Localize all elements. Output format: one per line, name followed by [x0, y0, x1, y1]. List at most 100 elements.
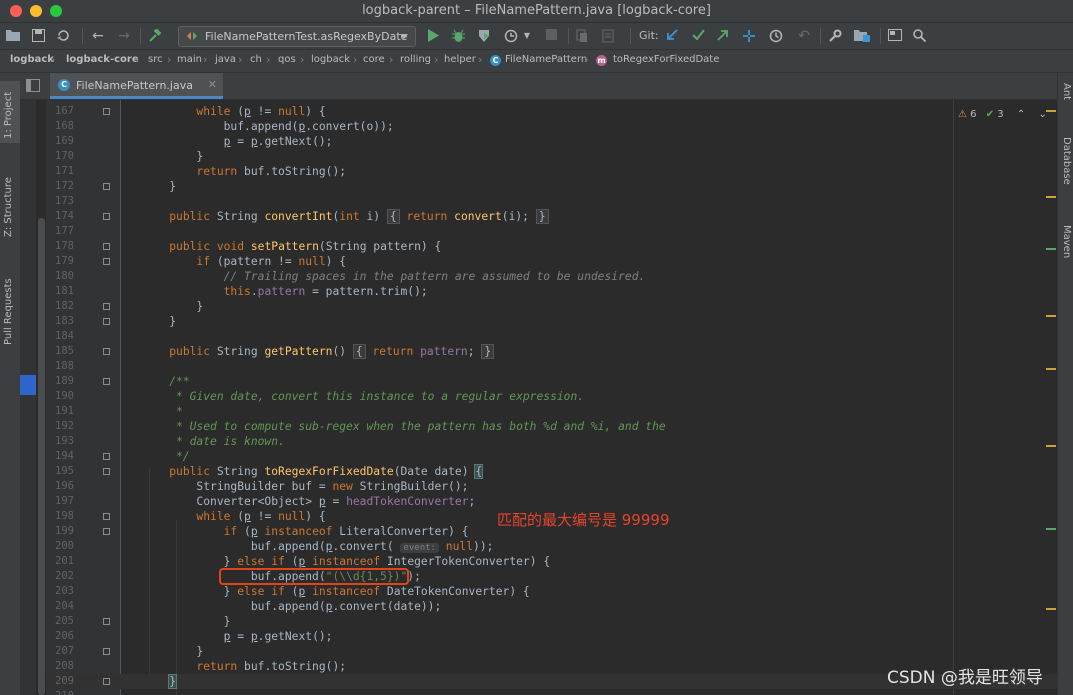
code-line[interactable]: 190 * Given date, convert this instance … — [46, 389, 1057, 404]
breadcrumb-item[interactable]: helper — [444, 54, 476, 65]
code-line[interactable]: 189 /** — [46, 374, 1057, 389]
save-icon[interactable] — [32, 26, 48, 46]
fold-toggle-icon[interactable] — [103, 648, 110, 655]
fold-toggle-icon[interactable] — [103, 468, 110, 475]
breadcrumb-item[interactable]: main — [177, 54, 202, 65]
coverage-icon[interactable] — [478, 26, 494, 46]
tool-tab-maven[interactable]: Maven — [1061, 225, 1072, 258]
code-line[interactable]: 167 while (p != null) { — [46, 104, 1057, 119]
code-line[interactable]: 174 public String convertInt(int i) { re… — [46, 209, 1057, 224]
code-line[interactable]: 202 buf.append("(\\d{1,5})"); — [46, 569, 1057, 584]
fold-toggle-icon[interactable] — [103, 213, 110, 220]
code-line[interactable]: 206 p = p.getNext(); — [46, 629, 1057, 644]
breadcrumb-item[interactable]: rolling — [400, 54, 431, 65]
breadcrumb-item[interactable]: core — [363, 54, 385, 65]
tool-tab-structure[interactable]: Z: Structure — [0, 161, 20, 241]
code-line[interactable]: 200 buf.append(p.convert( event: null)); — [46, 539, 1057, 554]
code-line[interactable]: 193 * date is known. — [46, 434, 1057, 449]
breadcrumb-item[interactable]: ch — [250, 54, 262, 65]
code-line[interactable]: 173 — [46, 194, 1057, 209]
stop-icon[interactable] — [546, 26, 562, 46]
close-tab-icon[interactable]: ✕ — [208, 78, 217, 91]
code-line[interactable]: 177 — [46, 224, 1057, 239]
search-icon[interactable] — [913, 26, 929, 46]
breadcrumb-item[interactable]: java — [215, 54, 236, 65]
tool-tab-pull-requests[interactable]: Pull Requests — [0, 259, 20, 349]
breadcrumb-item[interactable]: logback — [10, 54, 54, 65]
warning-marker[interactable] — [1046, 608, 1056, 610]
fold-toggle-icon[interactable] — [103, 183, 110, 190]
warning-marker[interactable] — [1046, 315, 1056, 317]
tab-filenamepattern-java[interactable]: C FileNamePattern.java ✕ — [50, 73, 223, 99]
fold-toggle-icon[interactable] — [103, 258, 110, 265]
code-line[interactable]: 201 } else if (p instanceof IntegerToken… — [46, 554, 1057, 569]
tool-tab-database[interactable]: Database — [1061, 137, 1072, 185]
run-icon[interactable] — [427, 26, 443, 46]
fold-toggle-icon[interactable] — [103, 678, 110, 685]
breadcrumb-item[interactable]: src — [148, 54, 163, 65]
history-clock-icon[interactable] — [769, 26, 785, 46]
project-structure-icon[interactable] — [854, 26, 872, 46]
code-line[interactable]: 182 } — [46, 299, 1057, 314]
code-line[interactable]: 169 p = p.getNext(); — [46, 134, 1057, 149]
code-line[interactable]: 191 * — [46, 404, 1057, 419]
wrench-settings-icon[interactable] — [828, 26, 844, 46]
fold-toggle-icon[interactable] — [103, 528, 110, 535]
warning-marker[interactable] — [1046, 368, 1056, 370]
code-editor[interactable]: 167 while (p != null) {168 buf.append(p.… — [46, 100, 1057, 695]
fold-toggle-icon[interactable] — [103, 303, 110, 310]
code-line[interactable]: 192 * Used to compute sub-regex when the… — [46, 419, 1057, 434]
fold-toggle-icon[interactable] — [103, 108, 110, 115]
code-line[interactable]: 194 */ — [46, 449, 1057, 464]
breadcrumb-item[interactable]: logback-core — [66, 54, 139, 65]
weak-warning-marker[interactable] — [1046, 248, 1056, 250]
open-folder-icon[interactable] — [6, 26, 22, 46]
fold-toggle-icon[interactable] — [103, 513, 110, 520]
fold-toggle-icon[interactable] — [103, 618, 110, 625]
tool-tab-project[interactable]: 1: Project — [0, 81, 20, 143]
code-line[interactable]: 185 public String getPattern() { return … — [46, 344, 1057, 359]
code-line[interactable]: 183 } — [46, 314, 1057, 329]
breadcrumb-item[interactable]: toRegexForFixedDate — [613, 54, 719, 65]
breadcrumb-item[interactable]: qos — [278, 54, 296, 65]
tool-tab-ant[interactable]: Ant — [1061, 83, 1072, 100]
fold-toggle-icon[interactable] — [103, 378, 110, 385]
code-line[interactable]: 178 public void setPattern(String patter… — [46, 239, 1057, 254]
git-commit-icon[interactable] — [692, 26, 708, 46]
back-arrow-icon[interactable]: ← — [90, 26, 106, 46]
forward-arrow-icon[interactable]: → — [116, 26, 132, 46]
warning-marker[interactable] — [1046, 110, 1056, 112]
fold-toggle-icon[interactable] — [103, 243, 110, 250]
run-configuration-dropdown[interactable]: FileNamePatternTest.asRegexByDate — [178, 26, 416, 47]
code-line[interactable]: 180 // Trailing spaces in the pattern ar… — [46, 269, 1057, 284]
code-line[interactable]: 188 — [46, 359, 1057, 374]
fold-toggle-icon[interactable] — [103, 348, 110, 355]
build-hammer-icon[interactable] — [148, 26, 166, 46]
inspection-widget[interactable]: ⚠ 6 ✔ 3 ⌃ ⌄ — [958, 109, 1047, 123]
fold-toggle-icon[interactable] — [103, 453, 110, 460]
warning-marker[interactable] — [1046, 445, 1056, 447]
weak-warning-marker[interactable] — [1046, 528, 1056, 530]
rollback-icon[interactable]: ↶ — [796, 26, 812, 46]
code-line[interactable]: 171 return buf.toString(); — [46, 164, 1057, 179]
profile-icon[interactable] — [504, 26, 520, 46]
code-line[interactable]: 203 } else if (p instanceof DateTokenCon… — [46, 584, 1057, 599]
code-line[interactable]: 204 buf.append(p.convert(date)); — [46, 599, 1057, 614]
sync-icon[interactable] — [57, 26, 73, 46]
chevron-up-icon[interactable]: ⌃ — [1017, 109, 1025, 120]
layout-panel-icon[interactable] — [888, 26, 904, 46]
code-line[interactable]: 170 } — [46, 149, 1057, 164]
code-line[interactable]: 168 buf.append(p.convert(o)); — [46, 119, 1057, 134]
code-line[interactable]: 172 } — [46, 179, 1057, 194]
code-line[interactable]: 207 } — [46, 644, 1057, 659]
warning-marker[interactable] — [1046, 196, 1056, 198]
git-merge-icon[interactable] — [742, 26, 758, 46]
terminal-icon[interactable] — [602, 26, 618, 46]
code-line[interactable]: 179 if (pattern != null) { — [46, 254, 1057, 269]
code-line[interactable]: 196 StringBuilder buf = new StringBuilde… — [46, 479, 1057, 494]
code-line[interactable]: 184 — [46, 329, 1057, 344]
breadcrumb-item[interactable]: logback — [311, 54, 350, 65]
debug-icon[interactable] — [452, 26, 468, 46]
fold-toggle-icon[interactable] — [103, 318, 110, 325]
code-line[interactable]: 197 Converter<Object> p = headTokenConve… — [46, 494, 1057, 509]
